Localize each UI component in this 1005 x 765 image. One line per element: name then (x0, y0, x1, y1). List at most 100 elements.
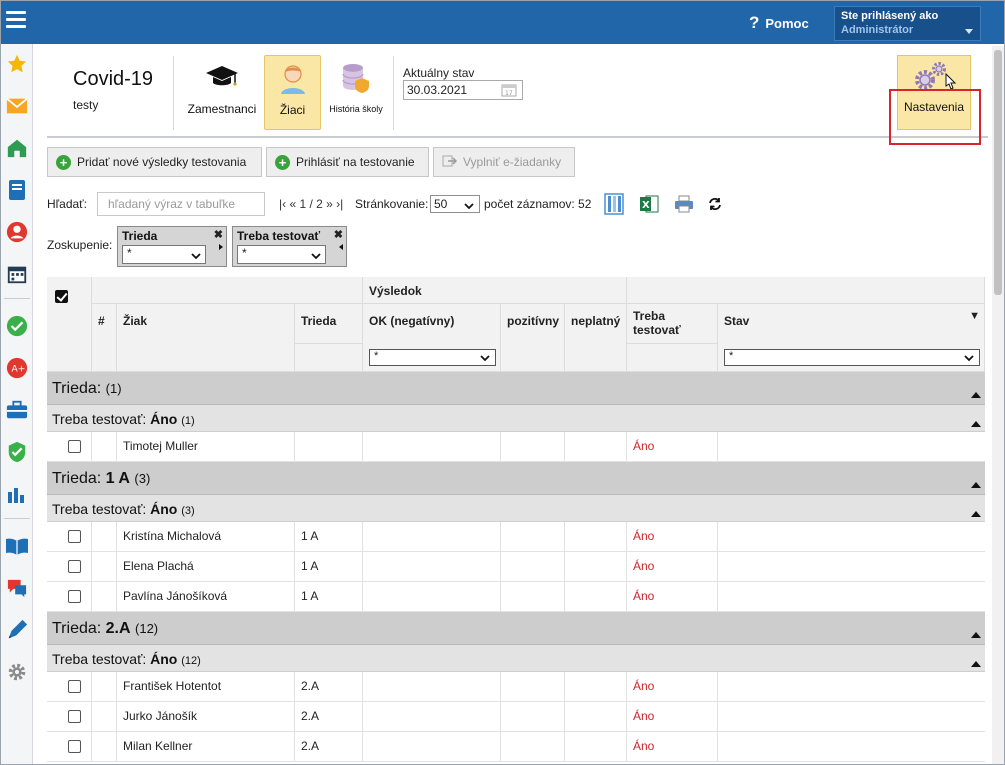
group-chip-treba-testovat[interactable]: Treba testovať ✖ * (232, 226, 347, 267)
table-row[interactable]: Pavlína Jánošíková 1 A Áno (47, 582, 985, 612)
row-checkbox[interactable] (68, 530, 81, 543)
register-button[interactable]: + Prihlásiť na testovanie (266, 147, 429, 177)
module-subtitle: testy (73, 98, 99, 112)
chevron-down-icon (311, 249, 321, 263)
zamestnanci-button[interactable]: Zamestnanci (183, 55, 261, 130)
group-chip-trieda[interactable]: Trieda ✖ * (117, 226, 227, 267)
collapse-icon[interactable] (971, 392, 981, 398)
grade-icon[interactable]: A+ (5, 356, 29, 380)
add-results-button[interactable]: + Pridať nové výsledky testovania (47, 147, 262, 177)
close-icon[interactable]: ✖ (214, 228, 223, 241)
columns-icon[interactable] (603, 192, 625, 216)
select-all-checkbox[interactable] (55, 290, 68, 303)
group-header-class[interactable]: Trieda: (1) (47, 372, 985, 405)
ziaci-button[interactable]: Žiaci (264, 55, 321, 130)
group-header-need-test[interactable]: Treba testovať: Áno (1) (47, 405, 985, 432)
chat-icon[interactable] (5, 576, 29, 600)
chevron-down-icon (480, 353, 490, 365)
module-header: Covid-19 testy Zamestnanci Žiaci Históri… (47, 48, 988, 138)
header-invalid[interactable]: neplatný (565, 304, 627, 372)
notebook-icon[interactable] (5, 178, 29, 202)
table-row[interactable]: Milan Kellner 2.A Áno (47, 732, 985, 762)
row-checkbox[interactable] (68, 560, 81, 573)
home-icon[interactable] (5, 136, 29, 160)
shield-check-icon[interactable] (5, 440, 29, 464)
table-row[interactable]: František Hotentot 2.A Áno (47, 672, 985, 702)
pager[interactable]: |‹ « 1 / 2 » ›| (279, 197, 343, 211)
row-checkbox[interactable] (68, 710, 81, 723)
header-num-label: # (98, 314, 105, 328)
header-spacer (92, 277, 363, 304)
collapse-icon[interactable] (971, 632, 981, 638)
gear-icon[interactable] (5, 660, 29, 684)
group-header-need-test[interactable]: Treba testovať: Áno (3) (47, 495, 985, 522)
row-checkbox[interactable] (68, 440, 81, 453)
excel-icon[interactable]: X (638, 192, 660, 216)
group-name: 1 A (105, 470, 130, 487)
row-student: Milan Kellner (117, 732, 295, 761)
vertical-scrollbar[interactable] (992, 46, 1004, 764)
user-icon[interactable] (5, 220, 29, 244)
svg-text:X: X (642, 200, 650, 211)
collapse-icon[interactable] (971, 421, 981, 427)
group-count: (12) (135, 621, 159, 636)
table-row[interactable]: Kristína Michalová 1 A Áno (47, 522, 985, 552)
historia-skoly-button[interactable]: História školy (325, 55, 387, 130)
table-row[interactable]: Timotej Muller Áno (47, 432, 985, 462)
row-check-cell (47, 432, 92, 461)
group-header-class[interactable]: Trieda: 2.A (12) (47, 612, 985, 645)
row-checkbox[interactable] (68, 590, 81, 603)
row-checkbox[interactable] (68, 740, 81, 753)
header-need-line2: testovať (633, 323, 681, 337)
close-icon[interactable]: ✖ (334, 228, 343, 241)
user-menu[interactable]: Ste prihlásený ako Administrátor (834, 6, 981, 41)
calendar-picker-icon[interactable]: 17 (501, 83, 517, 97)
header-class[interactable]: Trieda (295, 304, 363, 344)
help-link[interactable]: ? Pomoc (749, 13, 809, 33)
book-icon[interactable] (5, 534, 29, 558)
group-chip-select[interactable]: * (237, 245, 326, 264)
collapse-icon[interactable] (971, 482, 981, 488)
row-student: Elena Plachá (117, 552, 295, 581)
refresh-icon[interactable] (704, 192, 726, 216)
header-positive[interactable]: pozitívny (501, 304, 565, 372)
state-filter-select[interactable]: * (724, 349, 980, 366)
arrow-left-icon[interactable] (339, 244, 343, 250)
grouping-label: Zoskupenie: (47, 238, 113, 252)
bar-chart-icon[interactable] (5, 482, 29, 506)
mail-icon[interactable] (5, 94, 29, 118)
collapse-icon[interactable] (971, 511, 981, 517)
row-state-cell (718, 552, 985, 581)
group-header-class[interactable]: Trieda: 1 A (3) (47, 462, 985, 495)
row-checkbox[interactable] (68, 680, 81, 693)
arrow-right-icon[interactable] (219, 244, 223, 250)
sort-desc-icon[interactable]: ▼ (969, 310, 980, 322)
fill-form-label: Vyplniť e-žiadanky (463, 155, 562, 169)
header-need-test[interactable]: Treba testovať (627, 304, 718, 344)
header-student[interactable]: Žiak (117, 304, 295, 372)
pen-icon[interactable] (5, 618, 29, 642)
briefcase-icon[interactable] (5, 398, 29, 422)
scrollbar-thumb[interactable] (994, 50, 1002, 295)
row-check-cell (47, 582, 92, 611)
row-state-cell (718, 672, 985, 701)
table-row[interactable]: Elena Plachá 1 A Áno (47, 552, 985, 582)
group-chip-select[interactable]: * (122, 245, 206, 264)
group-header-need-test[interactable]: Treba testovať: Áno (12) (47, 645, 985, 672)
collapse-icon[interactable] (971, 661, 981, 667)
highlight-frame (889, 89, 981, 145)
calendar-icon[interactable] (5, 262, 29, 286)
page-size-select[interactable]: 50 (430, 195, 480, 213)
fill-form-button[interactable]: Vyplniť e-žiadanky (433, 147, 575, 177)
search-input[interactable] (97, 192, 265, 216)
hamburger-menu-icon[interactable] (6, 11, 26, 33)
check-icon[interactable] (5, 314, 29, 338)
ok-filter-select[interactable]: * (369, 349, 496, 366)
header-need-filter-cell (627, 344, 718, 372)
table-row[interactable]: Jurko Jánošík 2.A Áno (47, 702, 985, 732)
header-spacer (627, 277, 985, 304)
print-icon[interactable] (673, 192, 695, 216)
header-num[interactable]: # (92, 304, 117, 372)
star-icon[interactable] (5, 52, 29, 76)
row-class: 2.A (295, 732, 363, 761)
